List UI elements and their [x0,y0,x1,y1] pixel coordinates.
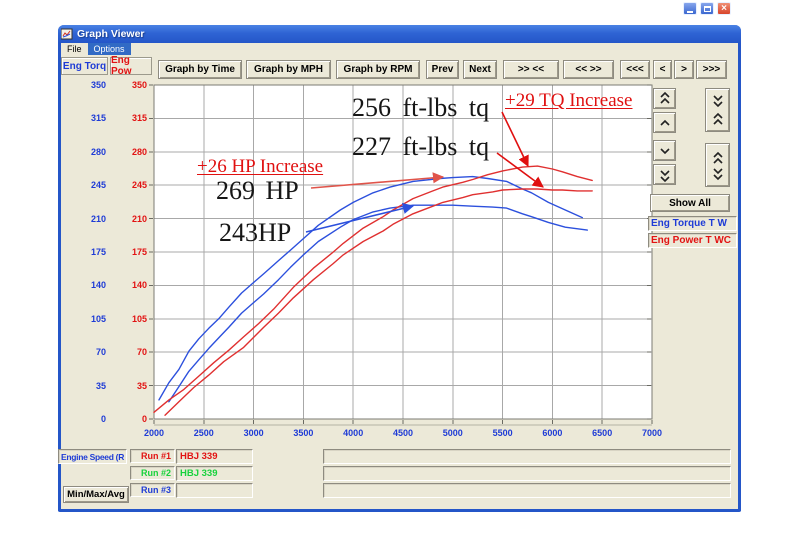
run-1-label: Run #1 [130,449,175,463]
double-chevron-up-icon [659,91,671,107]
chevron-up-icon [659,116,671,130]
legend-power-field[interactable]: Eng Power T WC [648,233,737,248]
chevrons-inward-icon [712,93,724,127]
annotation-hp-new: 269 HP [216,176,299,206]
chevrons-inward-button[interactable] [705,88,730,132]
annotation-torque-new: 256 ft-lbs tq [352,93,489,123]
min-max-avg-button[interactable]: Min/Max/Avg [63,486,129,503]
annotation-torque-old: 227 ft-lbs tq [352,132,489,162]
engine-speed-field[interactable]: Engine Speed (R [58,449,127,464]
annotation-hp-old: 243HP [219,218,291,248]
annotation-hp-increase: +26 HP Increase [197,156,323,178]
double-chevron-down-icon [659,167,671,183]
run-2-extra-field[interactable] [323,466,731,481]
run-2-value-field[interactable]: HBJ 339 [176,466,253,481]
run-3-value-field[interactable] [176,483,253,498]
run-1-value-field[interactable]: HBJ 339 [176,449,253,464]
show-all-button[interactable]: Show All [650,194,730,212]
double-chevron-up-button[interactable] [653,88,676,109]
run-1-extra-field[interactable] [323,449,731,464]
chevrons-outward-button[interactable] [705,143,730,187]
chevrons-outward-icon [712,148,724,182]
legend-torque-field[interactable]: Eng Torque T W [648,216,737,231]
run-2-label: Run #2 [130,466,175,480]
chevron-down-button[interactable] [653,140,676,161]
run-3-label: Run #3 [130,483,175,497]
screenshot-stage: Graph Viewer × File Options Eng Torq Eng… [0,0,800,536]
chevron-up-button[interactable] [653,112,676,133]
double-chevron-down-button[interactable] [653,164,676,185]
chevron-down-icon [659,144,671,158]
run-3-extra-field[interactable] [323,483,731,498]
annotation-tq-increase: +29 TQ Increase [505,90,632,112]
